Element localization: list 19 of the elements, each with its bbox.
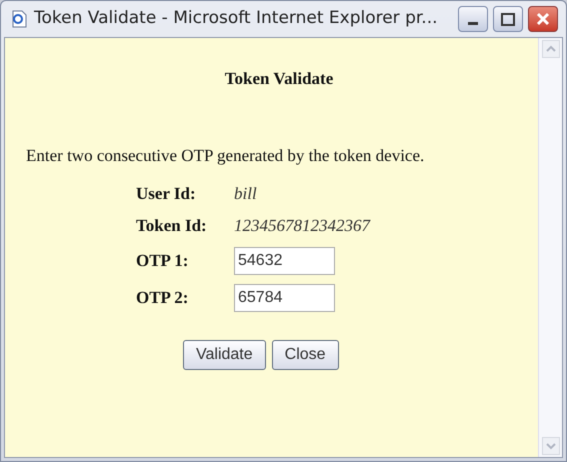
minimize-icon [468,22,478,25]
instruction-text: Enter two consecutive OTP generated by the token device. [26,144,426,167]
field-value: bill [234,183,257,206]
field-label: OTP 1: [136,250,190,272]
dialog-button[interactable]: Validate [183,340,266,370]
page-heading: Token Validate [224,68,334,90]
maximize-icon [501,12,515,26]
field-label: Token Id: [136,215,208,238]
minimize-button[interactable] [458,6,488,32]
otp-input[interactable]: 65784 [234,284,335,312]
dialog-button[interactable]: Close [272,340,339,370]
otp-input[interactable]: 54632 [234,246,335,274]
close-button[interactable] [528,6,558,32]
window-title: Token Validate - Microsoft Internet Explorer pr... [34,7,439,30]
field-label: OTP 2: [136,286,190,309]
field-value: 1234567812342367 [234,215,370,238]
field-label: User Id: [136,183,197,206]
maximize-button[interactable] [493,6,523,32]
close-icon [536,12,550,26]
